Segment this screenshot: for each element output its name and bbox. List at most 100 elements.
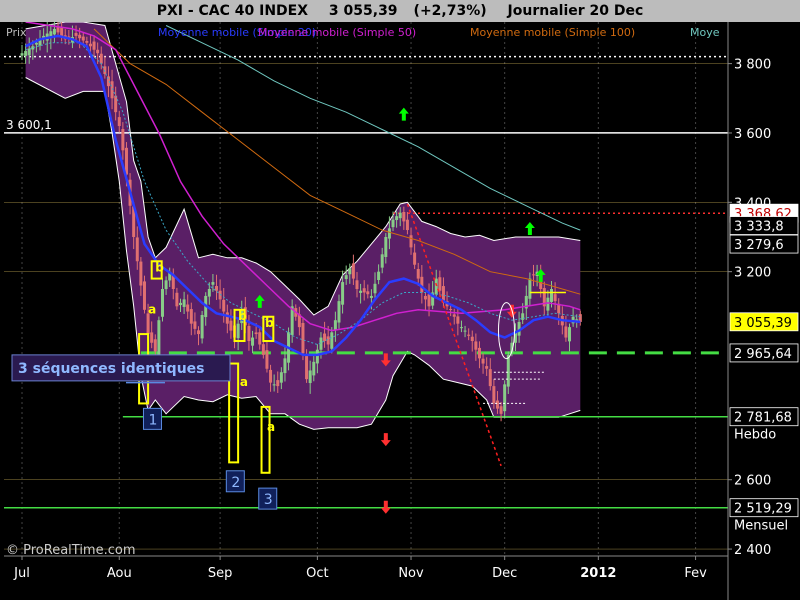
pattern-letter: a xyxy=(267,420,275,434)
x-tick-label: Jul xyxy=(13,566,30,581)
candle-body xyxy=(135,237,139,262)
candle-body xyxy=(142,281,146,310)
candle-body xyxy=(344,275,348,280)
ma-200-line xyxy=(165,25,581,231)
up-arrow-marker xyxy=(398,107,409,121)
candle-body xyxy=(503,384,507,412)
candle-body xyxy=(456,316,460,324)
candle-body xyxy=(521,313,525,320)
candle-body xyxy=(492,386,496,404)
candle-body xyxy=(333,320,337,331)
candle-body xyxy=(402,211,406,222)
candle-body xyxy=(398,212,402,219)
candle-body xyxy=(269,369,273,383)
candle-body xyxy=(60,27,64,36)
candle-body xyxy=(459,327,463,329)
candle-body xyxy=(485,366,489,369)
candle-body xyxy=(283,358,287,374)
candle-body xyxy=(272,384,276,386)
candle-body xyxy=(276,380,280,387)
hebdo-tag: Hebdo xyxy=(734,428,776,443)
candle-body xyxy=(27,48,31,56)
candle-body xyxy=(380,254,384,268)
candle-body xyxy=(341,282,345,305)
candle-body xyxy=(150,332,154,343)
candle-body xyxy=(117,117,121,127)
pattern-letter: b xyxy=(265,316,274,330)
x-tick-label: Sep xyxy=(208,566,233,581)
candle-body xyxy=(546,297,550,311)
candle-body xyxy=(175,292,179,307)
candle-body xyxy=(467,334,471,336)
candle-body xyxy=(265,350,269,369)
x-tick-label: Nov xyxy=(398,566,424,581)
candle-body xyxy=(326,336,330,345)
candle-body xyxy=(434,278,438,295)
candle-body xyxy=(251,337,255,346)
candle-body xyxy=(114,95,118,113)
candle-body xyxy=(229,320,233,331)
candle-body xyxy=(366,291,370,295)
candle-body xyxy=(85,41,89,43)
candle-body xyxy=(348,268,352,275)
price-label: 3 055,39 xyxy=(328,3,398,19)
candle-body xyxy=(261,344,265,355)
candle-body xyxy=(178,302,182,306)
sequence-number: 2 xyxy=(231,475,240,491)
annotation-text: 3 séquences identiques xyxy=(18,361,204,377)
candle-body xyxy=(279,372,283,383)
candle-body xyxy=(416,269,420,279)
candle-body xyxy=(452,314,456,317)
candle-body xyxy=(315,349,319,364)
candle-body xyxy=(186,304,190,312)
y-tick-label: 2 600 xyxy=(734,474,771,489)
candle-body xyxy=(157,320,161,356)
candle-body xyxy=(528,278,532,299)
legend-ma-200: Moye xyxy=(690,26,720,39)
x-tick-label: 2012 xyxy=(580,566,616,581)
candle-body xyxy=(160,289,164,317)
candle-body xyxy=(413,252,417,265)
candle-body xyxy=(81,36,85,41)
candle-body xyxy=(312,361,316,376)
down-arrow-marker xyxy=(380,433,391,447)
candle-body xyxy=(197,330,201,335)
candle-body xyxy=(247,325,251,342)
candle-body xyxy=(362,288,366,293)
candle-body xyxy=(405,219,409,231)
candle-body xyxy=(427,294,431,307)
chart-title-bar: PXI - CAC 40 INDEX 3 055,39 (+2,73%) Jour… xyxy=(0,0,800,22)
candle-body xyxy=(474,341,478,350)
y-tick-label: 3 200 xyxy=(734,266,771,281)
legend-ma-100: Moyenne mobile (Simple 100) xyxy=(470,26,635,39)
candle-body xyxy=(477,347,481,359)
price-box-label: 2 519,29 xyxy=(734,502,792,517)
candle-body xyxy=(56,27,60,33)
symbol-label: PXI - CAC 40 INDEX xyxy=(156,3,309,19)
x-tick-label: Fev xyxy=(684,566,707,581)
candle-body xyxy=(88,43,92,47)
x-tick-label: Oct xyxy=(306,566,328,581)
candle-body xyxy=(78,34,82,39)
pattern-letter: b xyxy=(155,261,164,275)
candle-body xyxy=(506,354,510,387)
candle-body xyxy=(499,406,503,414)
level-3600-1-label: 3 600,1 xyxy=(6,118,52,132)
candle-body xyxy=(449,308,453,310)
candle-body xyxy=(470,336,474,342)
candle-body xyxy=(146,313,150,335)
candle-body xyxy=(531,274,535,276)
candle-body xyxy=(553,294,557,302)
up-arrow-marker xyxy=(524,222,535,236)
pattern-letter: a xyxy=(148,302,156,316)
candle-body xyxy=(20,53,24,56)
price-chart[interactable]: 3 600,1 b a b a b a 1 2 3 3 séquences identiques 2 … xyxy=(0,22,800,600)
candle-body xyxy=(96,49,100,54)
candle-body xyxy=(200,315,204,339)
candle-body xyxy=(193,321,197,329)
watermark: © ProRealTime.com xyxy=(6,543,136,558)
candle-body xyxy=(139,261,143,286)
candle-body xyxy=(189,309,193,324)
candle-body xyxy=(409,235,413,248)
candle-body xyxy=(395,216,399,221)
